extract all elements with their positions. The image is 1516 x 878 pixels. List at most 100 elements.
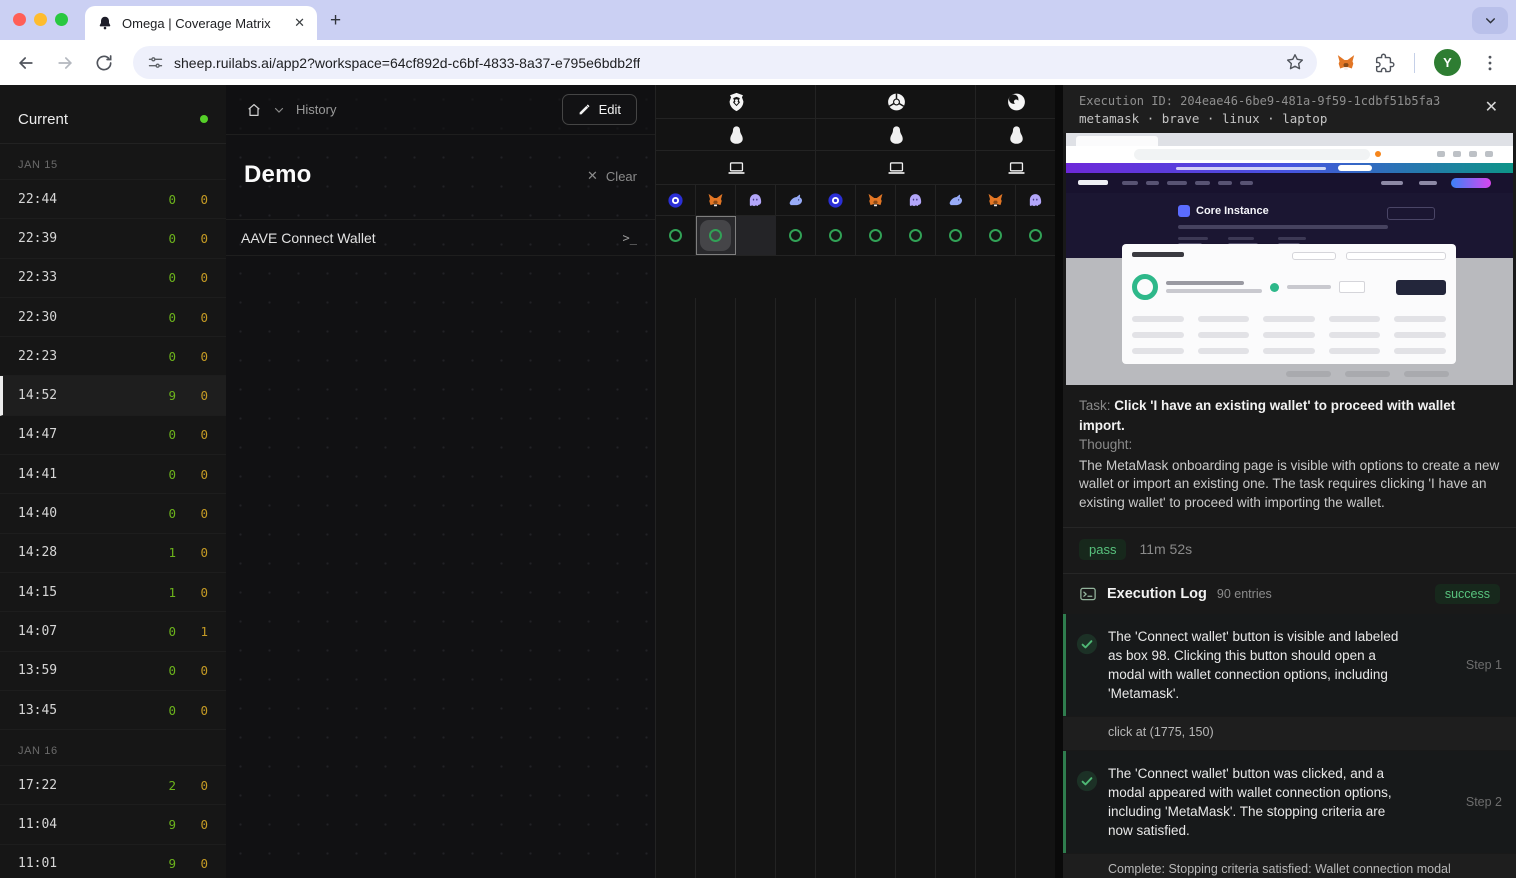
matrix-cell[interactable] [696, 216, 736, 255]
run-list-item[interactable]: 14:4700 [0, 416, 226, 455]
fail-count: 0 [176, 388, 208, 403]
metamask-icon [975, 185, 1015, 215]
step-label: Step 1 [1466, 658, 1502, 672]
home-icon[interactable] [246, 102, 262, 118]
matrix-cell[interactable] [856, 216, 896, 255]
matrix-cell[interactable] [656, 216, 696, 255]
run-list-item[interactable]: 14:4000 [0, 494, 226, 533]
run-time: 22:23 [18, 349, 57, 364]
terminal-icon: >_ [623, 231, 637, 245]
run-list-item[interactable]: 13:5900 [0, 652, 226, 691]
clear-button-label: Clear [606, 169, 637, 184]
run-time: 14:28 [18, 545, 57, 560]
pass-count: 0 [144, 192, 176, 207]
extensions-puzzle-icon[interactable] [1375, 53, 1395, 73]
run-list-item[interactable]: 13:4500 [0, 691, 226, 730]
run-list-item[interactable]: 14:2810 [0, 534, 226, 573]
live-status-dot [200, 115, 208, 123]
run-counts: 00 [144, 192, 208, 207]
pass-badge: pass [1079, 539, 1126, 560]
run-time: 13:45 [18, 703, 57, 718]
forward-button[interactable] [55, 53, 75, 73]
fail-count: 0 [176, 817, 208, 832]
window-close-button[interactable] [13, 13, 26, 26]
run-list-item[interactable]: 14:5290 [0, 376, 226, 415]
matrix-cell[interactable] [776, 216, 816, 255]
run-counts: 00 [144, 231, 208, 246]
metamask-extension-icon[interactable] [1336, 53, 1356, 73]
date-section-label: JAN 16 [0, 730, 226, 766]
run-time: 14:40 [18, 506, 57, 521]
current-run-item[interactable]: Current [0, 95, 226, 144]
bookmark-star-icon[interactable] [1285, 52, 1305, 72]
run-list-item[interactable]: 22:3900 [0, 219, 226, 258]
log-step-entry[interactable]: The 'Connect wallet' button was clicked,… [1063, 751, 1516, 854]
thumb-content [1066, 258, 1513, 385]
matrix-cell[interactable] [816, 216, 856, 255]
matrix-cell[interactable] [935, 216, 975, 255]
run-list-item[interactable]: 14:0701 [0, 612, 226, 651]
check-icon [1076, 770, 1098, 792]
profile-avatar[interactable]: Y [1434, 49, 1461, 76]
run-list-item[interactable]: 22:3300 [0, 259, 226, 298]
new-tab-button[interactable]: + [330, 10, 341, 32]
window-minimize-button[interactable] [34, 13, 47, 26]
run-list-item[interactable]: 11:0190 [0, 845, 226, 878]
chevron-down-icon [1484, 14, 1497, 27]
metamask-icon [696, 185, 736, 215]
pass-count: 1 [144, 545, 176, 560]
tab-title: Omega | Coverage Matrix [122, 16, 285, 31]
matrix-cell[interactable] [736, 216, 776, 255]
tab-search-button[interactable] [1472, 7, 1508, 34]
browser-tab[interactable]: Omega | Coverage Matrix ✕ [85, 6, 317, 40]
matrix-cell[interactable] [895, 216, 935, 255]
moon-icon [1006, 91, 1027, 112]
run-list-item[interactable]: 17:2220 [0, 766, 226, 805]
breadcrumb[interactable]: History [296, 102, 336, 117]
pass-count: 0 [144, 231, 176, 246]
site-settings-icon[interactable] [147, 54, 164, 71]
pass-count: 9 [144, 388, 176, 403]
log-step-entry[interactable]: The 'Connect wallet' button is visible a… [1063, 614, 1516, 717]
run-time: 14:41 [18, 467, 57, 482]
pass-ring-icon [989, 229, 1002, 242]
phantom-icon [736, 185, 776, 215]
run-list-item[interactable]: 11:0490 [0, 805, 226, 844]
run-counts: 90 [144, 856, 208, 871]
run-counts: 00 [144, 467, 208, 482]
fail-count: 0 [176, 506, 208, 521]
tab-close-icon[interactable]: ✕ [294, 15, 305, 31]
run-list-item[interactable]: 22:3000 [0, 298, 226, 337]
run-list-item[interactable]: 22:2300 [0, 337, 226, 376]
duration-text: 11m 52s [1139, 541, 1192, 557]
back-button[interactable] [16, 53, 36, 73]
runs-sidebar: Current JAN 1522:440022:390022:330022:30… [0, 85, 226, 878]
close-icon[interactable]: ✕ [1485, 97, 1498, 117]
browser-menu-icon[interactable] [1480, 53, 1500, 73]
penguin-icon [726, 124, 747, 145]
address-bar[interactable]: sheep.ruilabs.ai/app2?workspace=64cf892d… [133, 46, 1317, 79]
run-list-item[interactable]: 22:44 00 [0, 180, 226, 219]
task-row[interactable]: AAVE Connect Wallet >_ [226, 220, 655, 256]
thumb-heading: Core Instance [1196, 205, 1269, 217]
execution-panel: Execution ID: 204eae46-6be9-481a-9f59-1c… [1063, 85, 1516, 878]
toolbar-divider [1414, 53, 1415, 73]
matrix-cell[interactable] [1015, 216, 1055, 255]
clear-button[interactable]: ✕ Clear [587, 168, 637, 184]
date-section-label: JAN 15 [0, 144, 226, 180]
pass-ring-icon [949, 229, 962, 242]
edit-button[interactable]: Edit [562, 94, 637, 125]
chevron-down-icon[interactable] [273, 104, 285, 116]
browser-toolbar: sheep.ruilabs.ai/app2?workspace=64cf892d… [0, 40, 1516, 85]
task-text: Click 'I have an existing wallet' to pro… [1079, 398, 1455, 433]
run-list-item[interactable]: 14:1510 [0, 573, 226, 612]
screenshot-thumbnail[interactable]: Core Instance [1066, 133, 1513, 385]
page-title: Demo [244, 161, 311, 189]
run-list-item[interactable]: 14:41 00 [0, 455, 226, 494]
reload-button[interactable] [94, 53, 114, 73]
matrix-cell[interactable] [975, 216, 1015, 255]
window-zoom-button[interactable] [55, 13, 68, 26]
run-time: 22:44 [18, 192, 57, 207]
fail-count: 0 [176, 349, 208, 364]
run-time: 17:22 [18, 778, 57, 793]
